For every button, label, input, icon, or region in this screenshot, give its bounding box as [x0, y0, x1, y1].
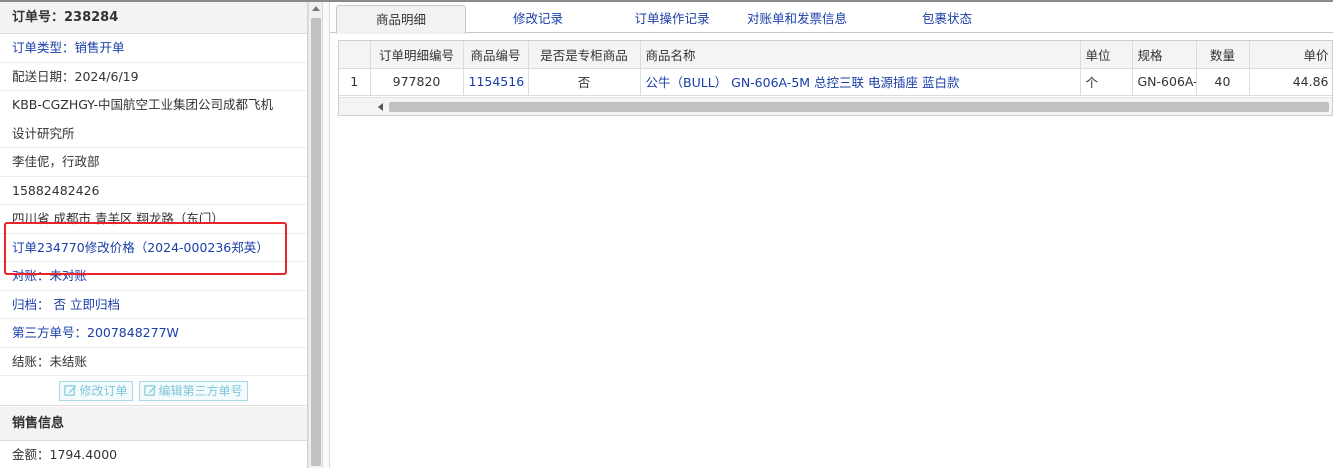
edit-icon: [143, 385, 156, 396]
edit-third-party-label: 编辑第三方单号: [158, 383, 243, 398]
third-party-number: 第三方单号：2007848277W: [0, 319, 307, 348]
detail-panel: 商品明细 修改记录 订单操作记录 对账单和发票信息 包裹状态 订单明细编号 商品…: [330, 2, 1333, 468]
detail-id-cell: 977820: [370, 68, 464, 96]
scrollbar-thumb[interactable]: [311, 18, 321, 466]
edit-third-party-button[interactable]: 编辑第三方单号: [138, 380, 248, 401]
col-product-name[interactable]: 商品名称: [640, 41, 1081, 69]
delivery-address: 四川省 成都市 青羊区 翔龙路（东门）: [0, 205, 307, 234]
edit-order-button[interactable]: 修改订单: [59, 380, 133, 401]
delivery-date: 配送日期：2024/6/19: [0, 63, 307, 91]
grid-header-row: 订单明细编号 商品编号 是否是专柜商品 商品名称 单位 规格 数量 单价: [339, 41, 1332, 69]
customer-name-line1: KBB-CGZHGY-中国航空工业集团公司成都飞机: [12, 97, 273, 112]
archive-status[interactable]: 归档： 否 立即归档: [0, 291, 307, 319]
reconcile-status[interactable]: 对账：未对账: [0, 262, 307, 291]
tab-operation-records[interactable]: 订单操作记录: [610, 5, 734, 33]
scrollbar-thumb[interactable]: [389, 102, 1329, 112]
contact-phone: 15882482426: [0, 177, 307, 205]
sales-amount: 金额：1794.4000: [0, 441, 307, 468]
tab-product-details[interactable]: 商品明细: [336, 5, 466, 34]
settle-status: 结账：未结账: [0, 348, 307, 376]
contact-person: 李佳伲，行政部: [0, 148, 307, 177]
row-number: 1: [339, 68, 371, 96]
tab-modify-records[interactable]: 修改记录: [476, 5, 600, 33]
edit-icon: [64, 385, 77, 396]
col-spec[interactable]: 规格: [1132, 41, 1197, 69]
col-product-id[interactable]: 商品编号: [463, 41, 529, 69]
col-quantity[interactable]: 数量: [1196, 41, 1250, 69]
sales-info-title: 销售信息: [0, 407, 307, 441]
tab-package-status[interactable]: 包裹状态: [900, 5, 994, 33]
spec-cell: GN-606A-5M: [1132, 68, 1197, 96]
row-number-header: [339, 41, 371, 69]
edit-order-label: 修改订单: [79, 383, 128, 398]
product-detail-grid: 订单明细编号 商品编号 是否是专柜商品 商品名称 单位 规格 数量 单价 1 9…: [338, 40, 1333, 116]
unit-cell: 个: [1080, 68, 1133, 96]
order-note: 订单234770修改价格（2024-000236郑英）: [0, 234, 307, 262]
order-info-panel: 订单号：238284 订单类型：销售开单 配送日期：2024/6/19 KBB-…: [0, 2, 308, 468]
order-number-title: 订单号：238284: [0, 2, 307, 34]
left-panel-scrollbar[interactable]: [308, 2, 322, 468]
detail-tabs: 商品明细 修改记录 订单操作记录 对账单和发票信息 包裹状态: [330, 2, 1333, 34]
scroll-left-arrow-icon[interactable]: [378, 103, 383, 111]
order-type: 订单类型：销售开单: [0, 34, 307, 63]
scroll-up-arrow-icon[interactable]: [312, 6, 320, 11]
quantity-cell: 40: [1196, 68, 1250, 96]
col-unit[interactable]: 单位: [1080, 41, 1133, 69]
col-unit-price[interactable]: 单价: [1249, 41, 1332, 69]
tab-statement-invoice[interactable]: 对账单和发票信息: [730, 5, 864, 33]
unit-price-cell: 44.86: [1249, 68, 1332, 96]
panel-splitter[interactable]: [322, 2, 330, 468]
product-name-link[interactable]: 公牛（BULL） GN-606A-5M 总控三联 电源插座 蓝白款: [640, 68, 1081, 96]
is-counter-cell: 否: [528, 68, 641, 96]
grid-horizontal-scrollbar[interactable]: [339, 97, 1332, 115]
col-is-counter[interactable]: 是否是专柜商品: [528, 41, 641, 69]
col-detail-id[interactable]: 订单明细编号: [370, 41, 464, 69]
product-id-link[interactable]: 1154516: [463, 68, 529, 96]
order-actions: 修改订单 编辑第三方单号: [0, 376, 307, 406]
customer-name-line2: 设计研究所: [0, 120, 307, 148]
table-row[interactable]: 1 977820 1154516 否 公牛（BULL） GN-606A-5M 总…: [339, 68, 1332, 96]
